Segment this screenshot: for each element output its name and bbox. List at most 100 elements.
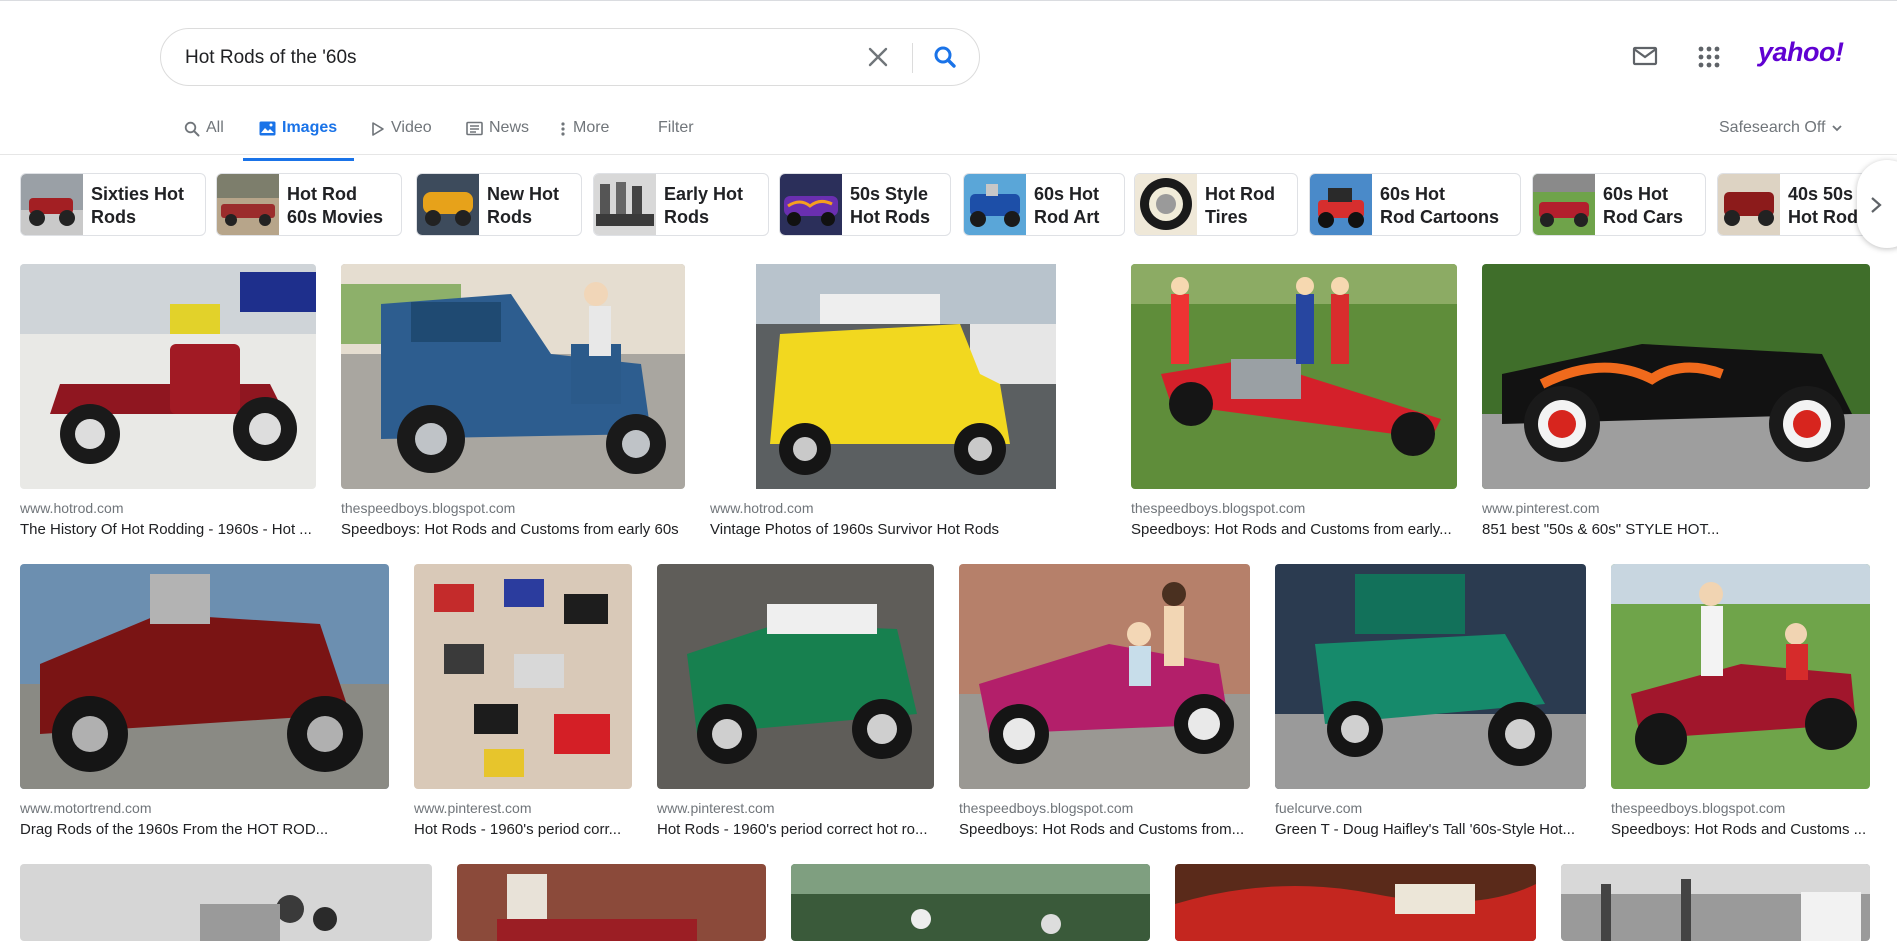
- chip-label: Hot Rod: [287, 184, 357, 204]
- image-result[interactable]: [20, 864, 432, 941]
- tab-label: All: [206, 119, 224, 136]
- result-title[interactable]: Speedboys: Hot Rods and Customs from ear…: [341, 521, 685, 538]
- chip-50s-style-hot-rods[interactable]: 50s Style Hot Rods: [779, 173, 951, 236]
- result-source: www.pinterest.com: [414, 800, 532, 816]
- image-icon: [259, 121, 276, 136]
- chip-thumbnail: [1718, 174, 1780, 235]
- tab-label: Video: [391, 119, 432, 136]
- chip-sixties-hot-rods[interactable]: Sixties Hot Rods: [20, 173, 206, 236]
- apps-grid-icon[interactable]: [1698, 46, 1720, 68]
- result-source: fuelcurve.com: [1275, 800, 1363, 816]
- result-source: www.pinterest.com: [657, 800, 775, 816]
- mail-icon[interactable]: [1632, 45, 1658, 67]
- chip-60s-hot-rod-cartoons[interactable]: 60s Hot Rod Cartoons: [1309, 173, 1521, 236]
- image-result[interactable]: thespeedboys.blogspot.com Speedboys: Hot…: [959, 564, 1250, 840]
- image-result[interactable]: [457, 864, 766, 941]
- image-result[interactable]: thespeedboys.blogspot.com Speedboys: Hot…: [341, 264, 685, 540]
- result-title[interactable]: Vintage Photos of 1960s Survivor Hot Rod…: [710, 521, 1104, 538]
- image-result[interactable]: www.pinterest.com 851 best "50s & 60s" S…: [1482, 264, 1870, 540]
- result-title[interactable]: Hot Rods - 1960's period correct hot ro.…: [657, 821, 934, 838]
- result-image: [1482, 264, 1870, 489]
- chip-label: 40s 50s: [1788, 184, 1854, 204]
- chip-thumbnail: [417, 174, 479, 235]
- search-input[interactable]: [185, 43, 785, 73]
- result-title[interactable]: Drag Rods of the 1960s From the HOT ROD.…: [20, 821, 389, 838]
- search-icon: [184, 121, 200, 137]
- image-result[interactable]: [1561, 864, 1870, 941]
- chip-label: Rod Cars: [1603, 207, 1684, 227]
- result-title[interactable]: The History Of Hot Rodding - 1960s - Hot…: [20, 521, 316, 538]
- tab-label: News: [489, 119, 530, 136]
- clear-search-icon[interactable]: [866, 45, 890, 69]
- chip-thumbnail: [594, 174, 656, 235]
- image-result[interactable]: www.hotrod.com The History Of Hot Roddin…: [20, 264, 316, 540]
- chip-thumbnail: [964, 174, 1026, 235]
- chip-new-hot-rods[interactable]: New Hot Rods: [416, 173, 582, 236]
- chip-60s-hot-rod-art[interactable]: 60s Hot Rod Art: [963, 173, 1125, 236]
- image-result[interactable]: [791, 864, 1150, 941]
- tab-images[interactable]: Images: [243, 119, 354, 161]
- chevron-right-icon: [1871, 197, 1882, 213]
- chip-label: Hot Rods: [1788, 207, 1868, 227]
- image-result[interactable]: thespeedboys.blogspot.com Speedboys: Hot…: [1131, 264, 1457, 540]
- chip-label: 60s Hot: [1034, 184, 1100, 204]
- safesearch-dropdown[interactable]: Safesearch Off: [1719, 119, 1842, 137]
- tab-video[interactable]: Video: [371, 119, 432, 161]
- chip-label: Rod Cartoons: [1380, 207, 1499, 227]
- tab-all[interactable]: All: [184, 119, 224, 161]
- chip-label: Sixties Hot: [91, 184, 185, 204]
- image-result[interactable]: fuelcurve.com Green T - Doug Haifley's T…: [1275, 564, 1586, 840]
- tab-label: More: [573, 119, 610, 136]
- tab-filter[interactable]: Filter: [658, 119, 694, 161]
- chip-label: 60s Hot: [1603, 184, 1669, 204]
- chip-label: Hot Rod: [1205, 184, 1275, 204]
- result-source: thespeedboys.blogspot.com: [959, 800, 1134, 816]
- result-image: [20, 564, 389, 789]
- result-title[interactable]: Speedboys: Hot Rods and Customs from...: [959, 821, 1250, 838]
- chip-label: Rods: [487, 207, 532, 227]
- result-source: www.hotrod.com: [710, 500, 814, 516]
- tab-news[interactable]: News: [466, 119, 529, 161]
- safesearch-label: Safesearch Off: [1719, 119, 1826, 136]
- chip-label: 60s Movies: [287, 207, 384, 227]
- image-result[interactable]: www.motortrend.com Drag Rods of the 1960…: [20, 564, 389, 840]
- result-image: [341, 264, 685, 489]
- image-result[interactable]: www.pinterest.com Hot Rods - 1960's peri…: [414, 564, 632, 840]
- result-source: www.hotrod.com: [20, 500, 124, 516]
- chip-label: Rods: [91, 207, 136, 227]
- chip-thumbnail: [1310, 174, 1372, 235]
- image-result[interactable]: thespeedboys.blogspot.com Speedboys: Hot…: [1611, 564, 1870, 840]
- news-icon: [466, 121, 483, 136]
- result-source: thespeedboys.blogspot.com: [1131, 500, 1306, 516]
- result-image: [657, 564, 934, 789]
- image-result[interactable]: [1175, 864, 1536, 941]
- chip-early-hot-rods[interactable]: Early Hot Rods: [593, 173, 769, 236]
- result-source: www.pinterest.com: [1482, 500, 1600, 516]
- result-image: [1561, 864, 1870, 941]
- result-title[interactable]: Hot Rods - 1960's period corr...: [414, 821, 632, 838]
- chip-60s-hot-rod-cars[interactable]: 60s Hot Rod Cars: [1532, 173, 1706, 236]
- search-box: [160, 28, 980, 86]
- chevron-down-icon: [1832, 125, 1842, 132]
- result-image: [710, 264, 1104, 489]
- chip-label: New Hot: [487, 184, 559, 204]
- image-result[interactable]: www.pinterest.com Hot Rods - 1960's peri…: [657, 564, 934, 840]
- chip-thumbnail: [1135, 174, 1197, 235]
- chip-hot-rod-tires[interactable]: Hot Rod Tires: [1134, 173, 1298, 236]
- chip-thumbnail: [21, 174, 83, 235]
- result-source: www.motortrend.com: [20, 800, 152, 816]
- chips-next-button[interactable]: [1857, 160, 1897, 248]
- chip-hot-rod-60s-movies[interactable]: Hot Rod 60s Movies: [216, 173, 402, 236]
- result-image: [791, 864, 1150, 941]
- search-icon[interactable]: [932, 44, 958, 70]
- result-image: [414, 564, 632, 789]
- result-title[interactable]: 851 best "50s & 60s" STYLE HOT...: [1482, 521, 1870, 538]
- result-title[interactable]: Speedboys: Hot Rods and Customs from ear…: [1131, 521, 1457, 538]
- result-title[interactable]: Speedboys: Hot Rods and Customs ...: [1611, 821, 1870, 838]
- image-result[interactable]: www.hotrod.com Vintage Photos of 1960s S…: [710, 264, 1104, 540]
- result-image: [1131, 264, 1457, 489]
- tab-more[interactable]: More: [560, 119, 609, 161]
- chip-label: Hot Rods: [850, 207, 930, 227]
- result-title[interactable]: Green T - Doug Haifley's Tall '60s-Style…: [1275, 821, 1586, 838]
- yahoo-logo[interactable]: yahoo!: [1758, 37, 1844, 68]
